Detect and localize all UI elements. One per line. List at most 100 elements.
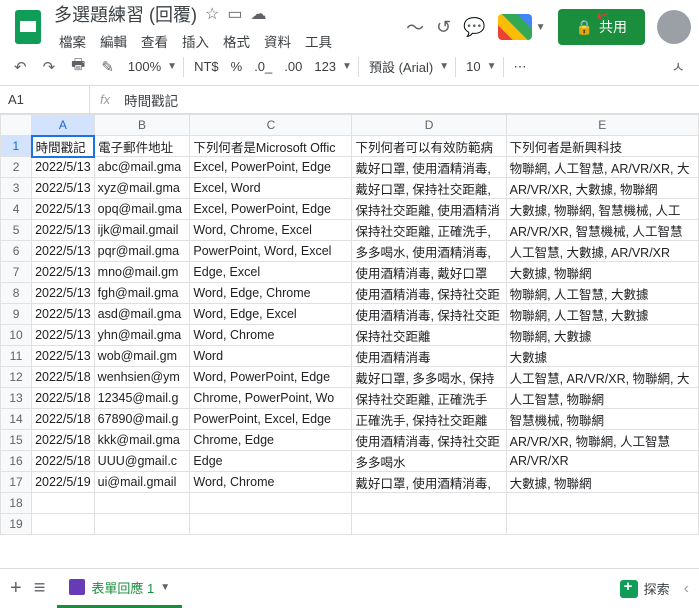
- cell[interactable]: 保持社交距離, 使用酒精消: [352, 199, 506, 220]
- cell[interactable]: Excel, Word: [190, 178, 352, 199]
- activity-icon[interactable]: 〜: [406, 14, 424, 40]
- cell[interactable]: 人工智慧, AR/VR/XR, 物聯網, 大: [506, 367, 698, 388]
- row-7[interactable]: 7: [1, 262, 32, 283]
- cell[interactable]: Word, Edge, Chrome: [190, 283, 352, 304]
- cell[interactable]: 物聯網, 大數據: [506, 325, 698, 346]
- cell[interactable]: 2022/5/13: [32, 241, 95, 262]
- row-2[interactable]: 2: [1, 157, 32, 178]
- add-sheet-button[interactable]: +: [10, 577, 22, 600]
- explore-button[interactable]: 探索: [620, 579, 670, 598]
- star-icon[interactable]: ☆: [205, 4, 219, 24]
- row-6[interactable]: 6: [1, 241, 32, 262]
- cell[interactable]: 2022/5/18: [32, 430, 95, 451]
- cell[interactable]: 物聯網, 人工智慧, 大數據: [506, 283, 698, 304]
- collapse-icon[interactable]: ㅅ: [665, 52, 691, 81]
- cell[interactable]: 下列何者可以有效防範病: [352, 136, 506, 157]
- cell[interactable]: 使用酒精消毒, 保持社交距: [352, 283, 506, 304]
- cell[interactable]: 大數據, 物聯網: [506, 262, 698, 283]
- namebox[interactable]: A1: [0, 86, 90, 113]
- cell[interactable]: Word: [190, 346, 352, 367]
- cell[interactable]: opq@mail.gma: [94, 199, 190, 220]
- cell[interactable]: ijk@mail.gmail: [94, 220, 190, 241]
- cell[interactable]: 2022/5/13: [32, 220, 95, 241]
- currency[interactable]: NT$: [190, 55, 223, 78]
- menu-tools[interactable]: 工具: [300, 29, 337, 53]
- sheets-logo[interactable]: [8, 7, 48, 47]
- row-16[interactable]: 16: [1, 451, 32, 472]
- cell[interactable]: kkk@mail.gma: [94, 430, 190, 451]
- cell[interactable]: 保持社交距離: [352, 325, 506, 346]
- cell[interactable]: 2022/5/13: [32, 325, 95, 346]
- cell[interactable]: abc@mail.gma: [94, 157, 190, 178]
- cell[interactable]: 下列何者是Microsoft Offic: [190, 136, 352, 157]
- menu-data[interactable]: 資料: [259, 29, 296, 53]
- cell[interactable]: 使用酒精消毒: [352, 346, 506, 367]
- cell[interactable]: xyz@mail.gma: [94, 178, 190, 199]
- more[interactable]: ⋯: [510, 55, 531, 79]
- cell[interactable]: Word, Chrome: [190, 472, 352, 493]
- cell[interactable]: 2022/5/13: [32, 283, 95, 304]
- cell[interactable]: 多多喝水: [352, 451, 506, 472]
- cell[interactable]: yhn@mail.gma: [94, 325, 190, 346]
- cell[interactable]: 電子郵件地址: [94, 136, 190, 157]
- cell[interactable]: 物聯網, 人工智慧, AR/VR/XR, 大: [506, 157, 698, 178]
- comment-icon[interactable]: 💬: [463, 17, 485, 38]
- cell[interactable]: 多多喝水, 使用酒精消毒,: [352, 241, 506, 262]
- cell[interactable]: 2022/5/13: [32, 262, 95, 283]
- cell[interactable]: 正確洗手, 保持社交距離: [352, 409, 506, 430]
- cell[interactable]: Word, Edge, Excel: [190, 304, 352, 325]
- cell[interactable]: 戴好口罩, 多多喝水, 保持: [352, 367, 506, 388]
- cell[interactable]: 2022/5/19: [32, 472, 95, 493]
- cell[interactable]: 使用酒精消毒, 保持社交距: [352, 430, 506, 451]
- row-17[interactable]: 17: [1, 472, 32, 493]
- nav-left[interactable]: ‹: [684, 580, 689, 598]
- menu-view[interactable]: 查看: [136, 29, 173, 53]
- cell[interactable]: 物聯網, 人工智慧, 大數據: [506, 304, 698, 325]
- cell[interactable]: Word, Chrome, Excel: [190, 220, 352, 241]
- cell[interactable]: 使用酒精消毒, 戴好口罩: [352, 262, 506, 283]
- sheet-tab[interactable]: 表單回應 1 ▼: [57, 570, 182, 608]
- cell[interactable]: 大數據, 物聯網: [506, 472, 698, 493]
- cell[interactable]: 2022/5/13: [32, 304, 95, 325]
- row-15[interactable]: 15: [1, 430, 32, 451]
- row-1[interactable]: 1: [1, 136, 32, 157]
- cell[interactable]: Word, PowerPoint, Edge: [190, 367, 352, 388]
- cell[interactable]: 2022/5/13: [32, 199, 95, 220]
- cell[interactable]: 2022/5/18: [32, 388, 95, 409]
- cell[interactable]: 2022/5/13: [32, 346, 95, 367]
- row-13[interactable]: 13: [1, 388, 32, 409]
- row-19[interactable]: 19: [1, 514, 32, 535]
- cell[interactable]: 保持社交距離, 正確洗手: [352, 388, 506, 409]
- cell[interactable]: wob@mail.gm: [94, 346, 190, 367]
- cell[interactable]: wenhsien@ym: [94, 367, 190, 388]
- row-8[interactable]: 8: [1, 283, 32, 304]
- cell[interactable]: 2022/5/18: [32, 409, 95, 430]
- cell[interactable]: 67890@mail.g: [94, 409, 190, 430]
- cell[interactable]: Edge, Excel: [190, 262, 352, 283]
- doc-title[interactable]: 多選題練習 (回覆): [54, 1, 197, 27]
- menu-format[interactable]: 格式: [218, 29, 255, 53]
- numfmt[interactable]: 123: [310, 55, 340, 78]
- cell[interactable]: 2022/5/13: [32, 157, 95, 178]
- row-12[interactable]: 12: [1, 367, 32, 388]
- row-5[interactable]: 5: [1, 220, 32, 241]
- percent[interactable]: %: [227, 55, 247, 78]
- inc-dec[interactable]: .00: [280, 55, 306, 78]
- grid[interactable]: A B C D E 1 時間戳記 電子郵件地址 下列何者是Microsoft O…: [0, 114, 699, 535]
- col-A[interactable]: A: [32, 115, 95, 136]
- col-B[interactable]: B: [94, 115, 190, 136]
- zoom-select[interactable]: 100%: [124, 55, 165, 78]
- avatar[interactable]: [657, 10, 691, 44]
- formula-input[interactable]: 時間戳記: [120, 90, 182, 110]
- fontsize[interactable]: 10: [462, 55, 484, 78]
- cloud-icon[interactable]: ☁: [250, 4, 266, 24]
- col-E[interactable]: E: [506, 115, 698, 136]
- row-10[interactable]: 10: [1, 325, 32, 346]
- menu-insert[interactable]: 插入: [177, 29, 214, 53]
- menu-edit[interactable]: 編輯: [95, 29, 132, 53]
- corner[interactable]: [1, 115, 32, 136]
- cell[interactable]: 人工智慧, 物聯網: [506, 388, 698, 409]
- cell[interactable]: Excel, PowerPoint, Edge: [190, 199, 352, 220]
- row-3[interactable]: 3: [1, 178, 32, 199]
- cell[interactable]: 下列何者是新興科技: [506, 136, 698, 157]
